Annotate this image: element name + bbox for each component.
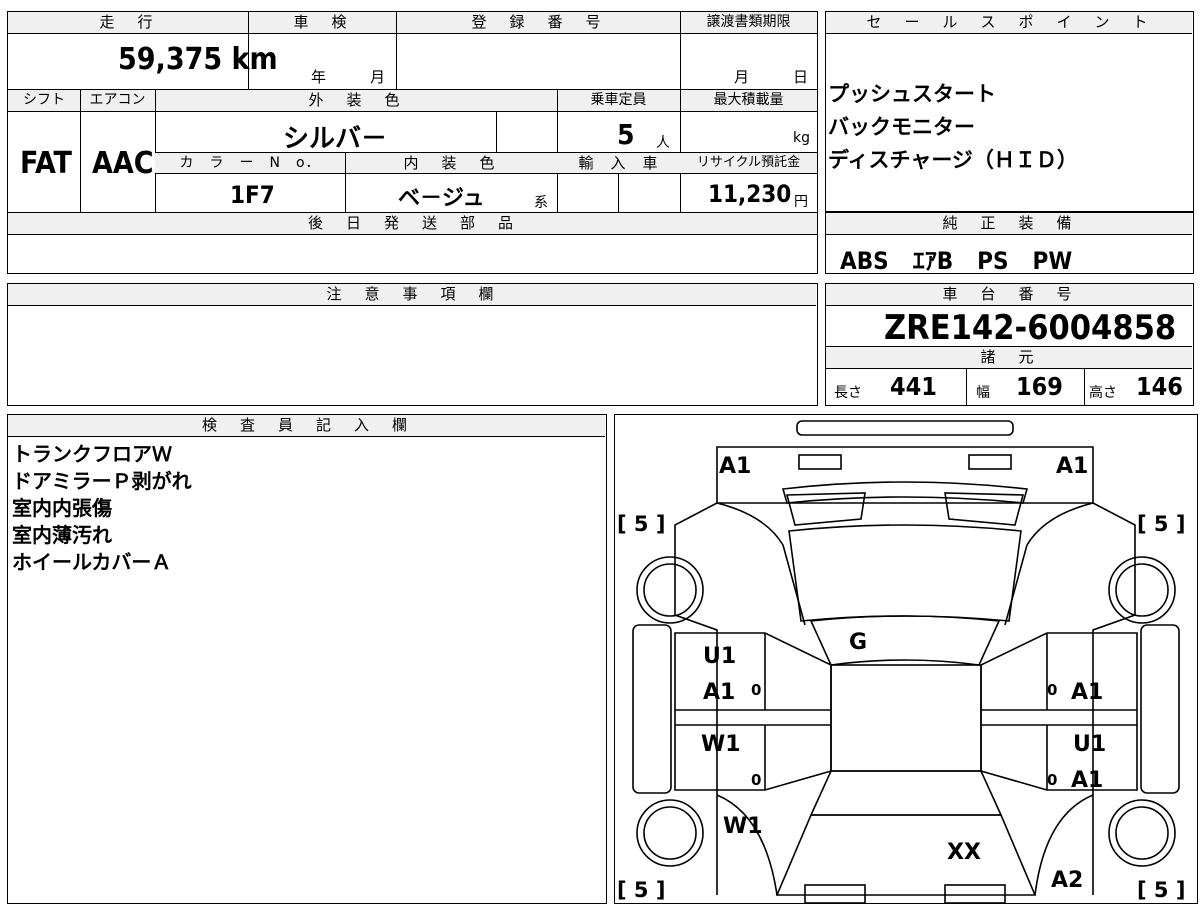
color-no-value: 1F7 (230, 181, 275, 209)
aircon-value: AAC (92, 146, 154, 181)
max-load-unit: kg (793, 130, 810, 146)
chassis-box: 車 台 番 号 ZRE142-6004858 諸 元 長さ 441 幅 169 … (825, 283, 1194, 406)
interior-color-value: ベ－ジュ (398, 186, 485, 211)
sales-points-list: プッシュスタート バックモニター ディスチャージ（ＨＩＤ） (828, 78, 1078, 177)
mark-a1-left-rear-door: A1 (703, 680, 735, 705)
mark-a1-right-rear-door: A1 (1071, 680, 1103, 705)
deadline-month-label: 月 (734, 68, 750, 86)
mark-a2-right-front: A2 (1051, 868, 1083, 893)
car-diagram-box: A1 A1 [ 5 ] [ 5 ] G U1 A1 0 W1 0 W1 0 A1… (614, 414, 1198, 904)
mark-tire-front-right: [ 5 ] (1137, 878, 1185, 902)
registration-header: 登 録 番 号 (396, 12, 680, 34)
mark-a1-right-front-door: A1 (1071, 768, 1103, 793)
width-value: 169 (1016, 372, 1063, 401)
recycle-header: リサイクル預託金 (680, 153, 817, 174)
mark-xx-hood: XX (947, 840, 981, 865)
mark-zero-2: 0 (751, 771, 761, 789)
car-diagram: A1 A1 [ 5 ] [ 5 ] G U1 A1 0 W1 0 W1 0 A1… (617, 420, 1185, 903)
height-value: 146 (1136, 372, 1183, 401)
chassis-header: 車 台 番 号 (826, 284, 1192, 306)
mileage-header: 走 行 (8, 12, 248, 34)
recycle-fee-value: 11,230 (708, 180, 792, 208)
sales-point-item: バックモニター (828, 115, 975, 139)
inspector-header: 検 査 員 記 入 欄 (8, 415, 605, 437)
height-label: 高さ (1089, 385, 1117, 401)
inspector-item: 室内薄汚れ (12, 523, 112, 547)
inspector-item: ドアミラーＰ剥がれ (12, 469, 192, 493)
notes-box: 注 意 事 項 欄 (7, 283, 818, 406)
inspector-list: トランクフロアＷ ドアミラーＰ剥がれ 室内内張傷 室内薄汚れ ホイールカバーＡ (12, 441, 192, 576)
mark-tire-rear-right: [ 5 ] (1137, 512, 1185, 536)
sales-points-header: セ ー ル ス ポ イ ン ト (826, 12, 1192, 34)
exterior-color-value: シルバ－ (283, 124, 388, 154)
mark-a1-rear-left: A1 (719, 454, 751, 479)
sales-point-item: ディスチャージ（ＨＩＤ） (828, 148, 1078, 172)
max-load-header: 最大積載量 (680, 90, 817, 112)
inspector-item: 室内内張傷 (12, 496, 112, 520)
mark-u1-right: U1 (1073, 732, 1106, 757)
spec-header: 諸 元 (826, 347, 1192, 369)
mark-zero-4: 0 (1047, 771, 1057, 789)
standard-equipment-value: ABS ｴｱB PS PW (840, 247, 1073, 275)
width-label: 幅 (976, 385, 990, 401)
vehicle-info-table: 走 行 車 検 登 録 番 号 譲渡書類期限 59,375 km 年 月 月 日… (7, 11, 818, 274)
mark-zero-3: 0 (1047, 681, 1057, 699)
aircon-header: エアコン (80, 90, 155, 112)
inspection-year-label: 年 (311, 68, 327, 86)
inspection-header: 車 検 (248, 12, 396, 34)
inspection-month-label: 月 (370, 68, 386, 86)
mark-w1-left-fender: W1 (723, 814, 763, 839)
chassis-number: ZRE142-6004858 (884, 308, 1177, 348)
mileage-value: 59,375 km (118, 42, 278, 77)
length-label: 長さ (834, 385, 862, 401)
mark-tire-front-left: [ 5 ] (617, 878, 665, 902)
recycle-unit: 円 (794, 194, 808, 210)
capacity-header: 乗車定員 (557, 90, 680, 112)
deadline-day-label: 日 (793, 68, 809, 86)
mark-u1-left: U1 (703, 644, 736, 669)
color-no-header: カ ラ ー N o． (155, 153, 345, 174)
mark-zero-1: 0 (751, 681, 761, 699)
sales-points-box: セ ー ル ス ポ イ ン ト プッシュスタート バックモニター ディスチャージ… (825, 11, 1194, 212)
capacity-value: 5 (617, 118, 635, 151)
mark-g-glass: G (849, 630, 867, 655)
inspector-item: トランクフロアＷ (12, 442, 172, 466)
notes-header: 注 意 事 項 欄 (8, 284, 816, 306)
transfer-deadline-header: 譲渡書類期限 (680, 12, 817, 34)
later-parts-header: 後 日 発 送 部 品 (8, 213, 817, 235)
shift-value: FAT (20, 146, 72, 181)
standard-equipment-header: 純 正 装 備 (826, 213, 1192, 235)
inspector-item: ホイールカバーＡ (12, 550, 172, 574)
import-header: 輸 入 車 (557, 153, 680, 174)
shift-header: シフト (8, 90, 80, 112)
length-value: 441 (890, 372, 937, 401)
exterior-color-header: 外 装 色 (155, 90, 557, 112)
interior-suffix: 系 (534, 195, 548, 211)
standard-equipment-box: 純 正 装 備 ABS ｴｱB PS PW (825, 212, 1194, 275)
sales-point-item: プッシュスタート (828, 82, 996, 106)
mark-w1-left-front-door: W1 (701, 732, 741, 757)
mark-tire-rear-left: [ 5 ] (617, 512, 665, 536)
capacity-unit: 人 (656, 135, 670, 151)
mark-a1-rear-right: A1 (1056, 454, 1088, 479)
inspector-box: 検 査 員 記 入 欄 トランクフロアＷ ドアミラーＰ剥がれ 室内内張傷 室内薄… (7, 414, 607, 904)
interior-color-header: 内 装 色 (345, 153, 557, 174)
